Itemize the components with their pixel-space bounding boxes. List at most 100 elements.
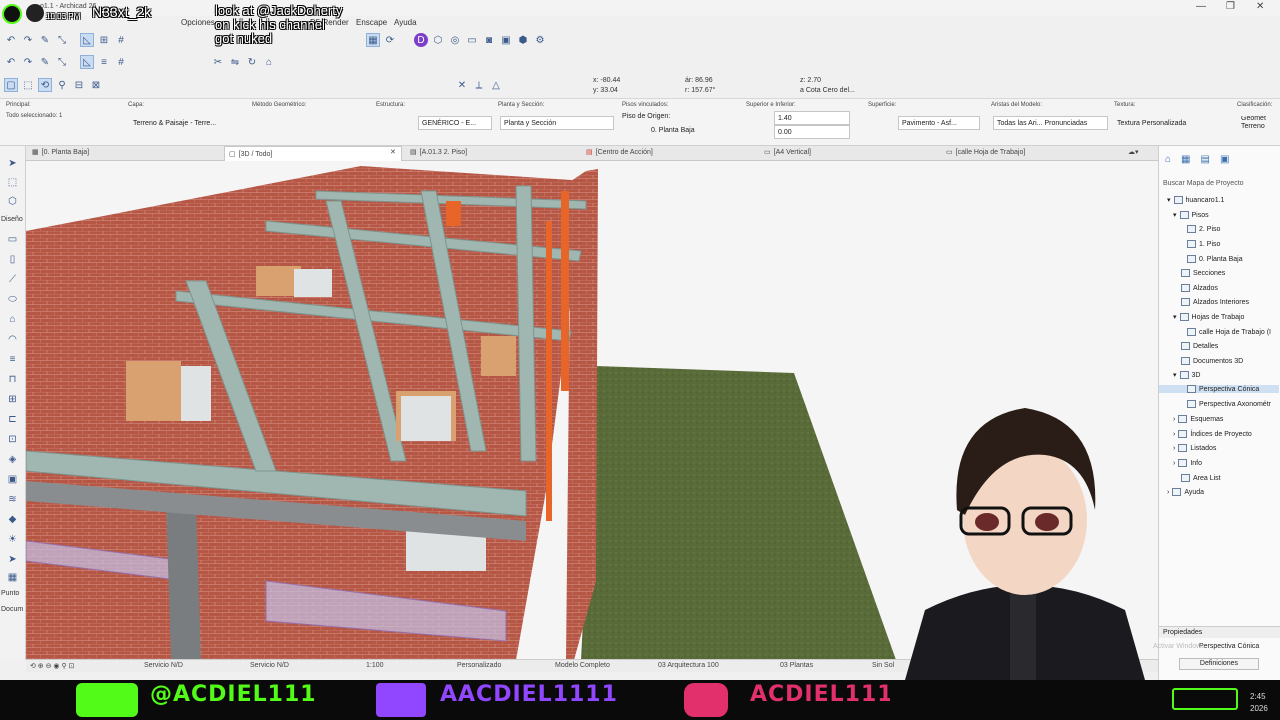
shell-tool-icon[interactable]: ◠ (5, 332, 20, 346)
tree-alzados-interiores[interactable]: Alzados Interiores (1181, 298, 1249, 306)
curtainwall-tool-icon[interactable]: ⊞ (5, 392, 20, 406)
home-icon[interactable]: ⌂ (262, 55, 276, 69)
tree-1-piso[interactable]: 1. Piso (1187, 240, 1220, 248)
photo-icon[interactable]: ▣ (499, 33, 513, 47)
3d-tool-icon[interactable]: ⬡ (5, 194, 20, 208)
orbit-icon[interactable]: ⟳ (383, 33, 397, 47)
tree-project[interactable]: ▾ huancaro1.1 (1167, 196, 1224, 204)
publisher-icon[interactable]: ▣ (1220, 154, 1229, 165)
edges-select[interactable]: Todas las Ari... Pronunciadas (993, 116, 1108, 130)
marquee-tool-icon[interactable]: ⬚ (5, 175, 20, 189)
dimension-select[interactable]: 03 Plantas (780, 662, 813, 669)
rotate-icon[interactable]: ↻ (245, 55, 259, 69)
beam-tool-icon[interactable]: ⟋ (5, 272, 20, 286)
tab-a4-vertical[interactable]: ▭ [A4 Vertical] (764, 148, 811, 157)
orbit3d-icon[interactable]: ⟲ (38, 78, 52, 92)
tree-info[interactable]: › Info (1173, 459, 1202, 467)
definiciones-button[interactable]: Definiciones (1179, 658, 1259, 670)
layer-select[interactable]: Terreno & Paisaje - Terre... (130, 116, 242, 130)
arrow-tool-icon[interactable]: ➤ (5, 156, 20, 170)
sun-select[interactable]: Sin Sol (872, 662, 894, 669)
window-tool-icon[interactable]: ⊡ (5, 432, 20, 446)
menu-opciones[interactable]: Opciones (181, 18, 215, 27)
pipette-icon[interactable]: ✎ (38, 33, 52, 47)
structure-select[interactable]: GENÉRICO - E... (418, 116, 492, 130)
tree-pisos[interactable]: ▾ Pisos (1173, 211, 1209, 219)
layer-combo-select[interactable]: 03 Arquitectura 100 (658, 662, 719, 669)
object-tool-icon[interactable]: ◈ (5, 452, 20, 466)
mirror-icon[interactable]: ⇋ (228, 55, 242, 69)
tab-centro-accion[interactable]: ▤ [Centro de Acción] (586, 148, 653, 157)
redo2-icon[interactable]: ↷ (21, 55, 35, 69)
railing-tool-icon[interactable]: ⊓ (5, 372, 20, 386)
trace-icon[interactable]: ▦ (366, 33, 380, 47)
roof-tool-icon[interactable]: ⌂ (5, 312, 20, 326)
tree-hojas-trabajo[interactable]: ▾ Hojas de Trabajo (1173, 313, 1244, 321)
select-tool-icon[interactable]: ➤ (5, 552, 20, 566)
tab-menu-icon[interactable]: ☁▾ (1128, 148, 1139, 156)
coord-ref[interactable]: a Cota Cero del... (800, 86, 855, 95)
ortho-lock-icon[interactable]: ✕ (455, 78, 469, 92)
d5-render-icon[interactable]: D (414, 33, 428, 47)
section-icon[interactable]: ⊟ (72, 78, 86, 92)
ortho-icon[interactable]: ◺ (80, 55, 94, 69)
menu-ayuda[interactable]: Ayuda (394, 18, 417, 27)
grid2-icon[interactable]: # (114, 55, 128, 69)
home-story-select[interactable]: 0. Planta Baja (651, 127, 695, 134)
tree-ayuda[interactable]: › Ayuda (1167, 488, 1204, 496)
slab-tool-icon[interactable]: ⬭ (5, 292, 20, 306)
tab-hoja-trabajo[interactable]: ▭ [calle Hoja de Trabajo] (946, 148, 1025, 157)
cube-icon[interactable]: ⬡ (431, 33, 445, 47)
delta-icon[interactable]: △ (489, 78, 503, 92)
morph-tool-icon[interactable]: ◆ (5, 512, 20, 526)
tree-documentos-3d[interactable]: Documentos 3D (1181, 357, 1243, 365)
screenshot-icon[interactable]: ◙ (482, 33, 496, 47)
tree-alzados[interactable]: Alzados (1181, 284, 1218, 292)
box-icon[interactable]: ⬢ (516, 33, 530, 47)
close-button[interactable]: ✕ (1256, 1, 1264, 12)
view-map-icon[interactable]: ▦ (1181, 154, 1190, 165)
figure-tool-icon[interactable]: ▦ (5, 570, 20, 584)
tab-3d[interactable]: ▢ [3D / Todo] (224, 146, 402, 161)
texture-select[interactable]: Textura Personalizada (1114, 116, 1224, 130)
tree-calle-hoja[interactable]: calle Hoja de Trabajo (I (1187, 328, 1271, 336)
grid-snap-icon[interactable]: ⊞ (97, 33, 111, 47)
lamp-tool-icon[interactable]: ☀ (5, 532, 20, 546)
scissors-icon[interactable]: ✂ (211, 55, 225, 69)
tree-perspectiva-axono[interactable]: Perspectiva Axonométr (1187, 400, 1271, 408)
minimize-button[interactable]: — (1196, 1, 1206, 12)
tab-close-icon[interactable]: ✕ (390, 148, 396, 156)
classification-value[interactable]: Geomet Terreno (1238, 116, 1280, 130)
tab-planta-baja[interactable]: ▦ [0. Planta Baja] (32, 148, 89, 157)
tree-indices[interactable]: › Índices de Proyecto (1173, 430, 1252, 438)
column-tool-icon[interactable]: ▯ (5, 252, 20, 266)
view-3d-icon[interactable]: ⬚ (21, 78, 35, 92)
tab-2-piso[interactable]: ▤ [A.01.3 2. Piso] (410, 148, 467, 157)
mesh-tool-icon[interactable]: ≋ (5, 492, 20, 506)
select-3d-icon[interactable]: ▢ (4, 78, 18, 92)
snap-guide-icon[interactable]: ◺ (80, 33, 94, 47)
inject-icon[interactable]: ⤡ (55, 33, 69, 47)
explode-icon[interactable]: ⊠ (89, 78, 103, 92)
tree-3d[interactable]: ▾ 3D (1173, 371, 1200, 379)
redo-icon[interactable]: ↷ (21, 33, 35, 47)
door-tool-icon[interactable]: ⊏ (5, 412, 20, 426)
tree-area-list[interactable]: Area List (1181, 474, 1221, 482)
align-icon[interactable]: ≡ (97, 55, 111, 69)
zone-tool-icon[interactable]: ▣ (5, 472, 20, 486)
layout-book-icon[interactable]: ▤ (1201, 154, 1210, 165)
wall-tool-icon[interactable]: ▭ (5, 232, 20, 246)
zoom-icons[interactable]: ⟲ ⊕ ⊖ ◉ ⚲ ⊡ (30, 662, 74, 670)
surface-select[interactable]: Pavimento - Asf... (898, 116, 980, 130)
properties-header[interactable]: Propiedades (1159, 626, 1280, 638)
tree-listados[interactable]: › Listados (1173, 444, 1216, 452)
tree-perspectiva-conica[interactable]: Perspectiva Cónica (1159, 385, 1279, 393)
bottom-offset-field[interactable]: 0.00 (774, 125, 850, 139)
undo2-icon[interactable]: ↶ (4, 55, 18, 69)
tree-planta-baja[interactable]: 0. Planta Baja (1187, 255, 1243, 263)
floor-plan-select[interactable]: Planta y Sección (500, 116, 614, 130)
tree-esquemas[interactable]: › Esquemas (1173, 415, 1223, 423)
tree-detalles[interactable]: Detalles (1181, 342, 1218, 350)
top-offset-field[interactable]: 1.40 (774, 111, 850, 125)
walk-icon[interactable]: ⚲ (55, 78, 69, 92)
